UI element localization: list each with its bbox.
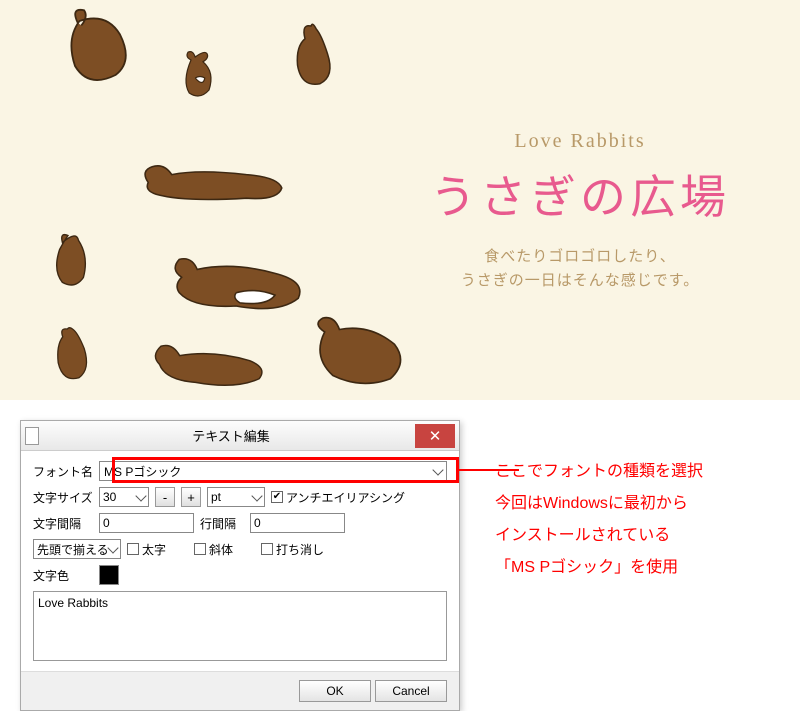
- font-name-label: フォント名: [33, 463, 93, 480]
- close-button[interactable]: ✕: [415, 424, 455, 448]
- dialog-body: フォント名 MS Pゴシック 文字サイズ 30 - + pt ✔アンチエイリアシ…: [21, 451, 459, 671]
- annotation-line: ここでフォントの種類を選択: [495, 456, 703, 488]
- size-unit-value: pt: [211, 490, 221, 504]
- dialog-title: テキスト編集: [47, 426, 415, 445]
- antialias-checkbox[interactable]: ✔アンチエイリアシング: [271, 489, 405, 506]
- rabbit-illustration: [160, 250, 320, 320]
- checkbox-icon: [261, 543, 273, 555]
- font-size-label: 文字サイズ: [33, 489, 93, 506]
- antialias-label: アンチエイリアシング: [286, 489, 405, 506]
- italic-label: 斜体: [209, 541, 233, 558]
- banner-description: 食べたりゴロゴロしたり、 うさぎの一日はそんな感じです。: [400, 245, 760, 293]
- annotation-line: 「MS Pゴシック」を使用: [495, 552, 703, 584]
- line-spacing-label: 行間隔: [200, 515, 244, 532]
- strike-checkbox[interactable]: 打ち消し: [261, 541, 324, 558]
- rabbit-illustration: [50, 3, 145, 93]
- annotation-text: ここでフォントの種類を選択 今回はWindowsに最初から インストールされてい…: [495, 456, 703, 584]
- text-edit-dialog: テキスト編集 ✕ フォント名 MS Pゴシック 文字サイズ 30 - + pt …: [20, 420, 460, 711]
- dialog-icon: [25, 427, 39, 445]
- color-swatch[interactable]: [99, 565, 119, 585]
- chevron-down-icon: [135, 490, 146, 501]
- line-spacing-input[interactable]: 0: [250, 513, 345, 533]
- text-content-textarea[interactable]: Love Rabbits: [33, 591, 447, 661]
- banner-subtitle-en: Love Rabbits: [400, 130, 760, 153]
- dialog-button-row: OK Cancel: [21, 671, 459, 710]
- letter-spacing-label: 文字間隔: [33, 515, 93, 532]
- letter-spacing-input[interactable]: 0: [99, 513, 194, 533]
- align-value: 先頭で揃える: [37, 541, 109, 558]
- checkbox-icon: [194, 543, 206, 555]
- italic-checkbox[interactable]: 斜体: [194, 541, 233, 558]
- color-label: 文字色: [33, 567, 93, 584]
- rabbit-illustration: [275, 10, 350, 105]
- rabbit-illustration: [170, 40, 230, 110]
- font-name-select[interactable]: MS Pゴシック: [99, 461, 447, 481]
- size-increase-button[interactable]: +: [181, 487, 201, 507]
- rabbit-illustration: [145, 335, 275, 390]
- banner-desc-line2: うさぎの一日はそんな感じです。: [461, 272, 700, 289]
- dialog-titlebar: テキスト編集 ✕: [21, 421, 459, 451]
- dialog-area: テキスト編集 ✕ フォント名 MS Pゴシック 文字サイズ 30 - + pt …: [20, 420, 780, 711]
- banner-desc-line1: 食べたりゴロゴロしたり、: [484, 248, 675, 265]
- font-name-value: MS Pゴシック: [104, 463, 181, 480]
- rabbit-illustration: [135, 155, 295, 210]
- align-select[interactable]: 先頭で揃える: [33, 539, 121, 559]
- font-size-value: 30: [103, 490, 116, 504]
- bold-label: 太字: [142, 541, 166, 558]
- checkbox-icon: ✔: [271, 491, 283, 503]
- font-size-select[interactable]: 30: [99, 487, 149, 507]
- banner-text-block: Love Rabbits うさぎの広場 食べたりゴロゴロしたり、 うさぎの一日は…: [400, 130, 760, 293]
- checkbox-icon: [127, 543, 139, 555]
- cancel-button[interactable]: Cancel: [375, 680, 447, 702]
- annotation-line: 今回はWindowsに最初から: [495, 488, 703, 520]
- chevron-down-icon: [107, 542, 118, 553]
- size-unit-select[interactable]: pt: [207, 487, 265, 507]
- banner: Love Rabbits うさぎの広場 食べたりゴロゴロしたり、 うさぎの一日は…: [0, 0, 800, 400]
- rabbit-illustration: [40, 225, 110, 295]
- strike-label: 打ち消し: [276, 541, 324, 558]
- annotation-line: インストールされている: [495, 520, 703, 552]
- bold-checkbox[interactable]: 太字: [127, 541, 166, 558]
- rabbit-illustration: [300, 310, 415, 395]
- banner-title-jp: うさぎの広場: [400, 161, 760, 227]
- ok-button[interactable]: OK: [299, 680, 371, 702]
- chevron-down-icon: [432, 464, 443, 475]
- chevron-down-icon: [251, 490, 262, 501]
- rabbit-illustration: [40, 315, 105, 395]
- size-decrease-button[interactable]: -: [155, 487, 175, 507]
